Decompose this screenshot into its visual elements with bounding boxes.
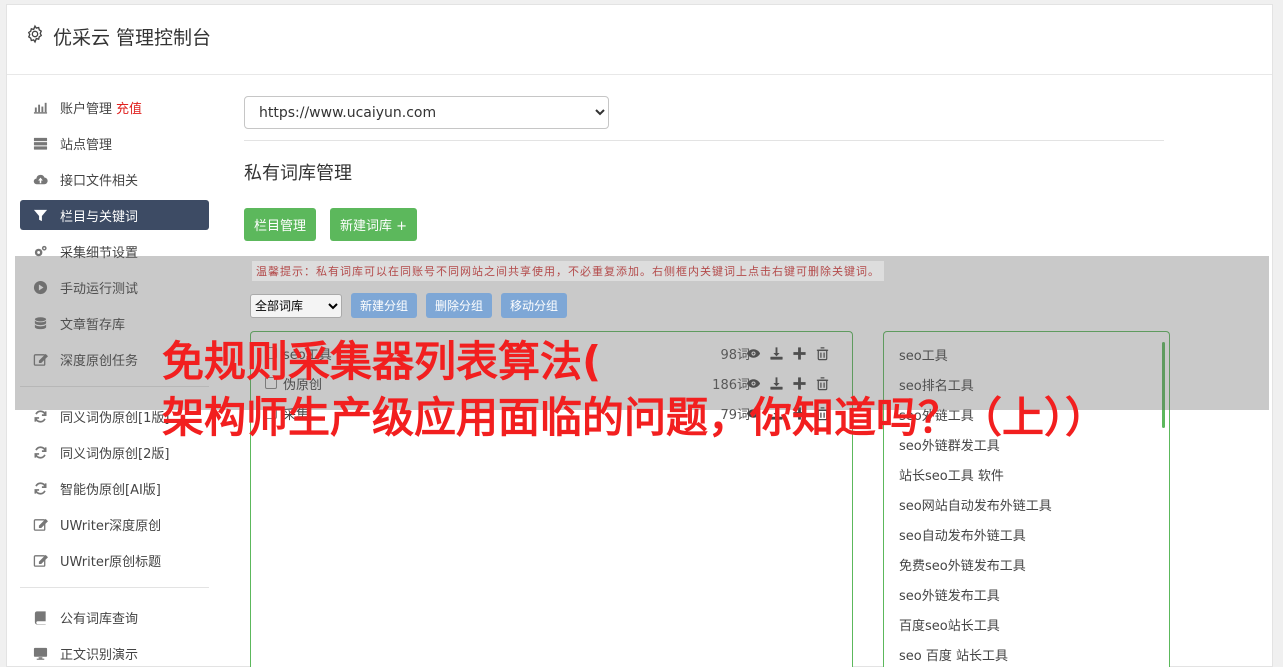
tip-text: 温馨提示：私有词库可以在同账号不同网站之间共享使用，不必重复添加。右侧框内关键词… <box>252 261 884 281</box>
sidebar-item-label: UWriter原创标题 <box>60 554 162 570</box>
new-lexicon-button[interactable]: 新建词库 + <box>330 208 418 241</box>
sidebar-item-interface[interactable]: 接口文件相关 <box>20 164 209 194</box>
sidebar-item-label: 站点管理 <box>60 137 113 153</box>
site-select[interactable]: https://www.ucaiyun.com <box>244 96 609 129</box>
main-content: https://www.ucaiyun.com 私有词库管理 栏目管理 新建词库… <box>244 96 1164 241</box>
refresh-icon <box>31 444 49 460</box>
monitor-icon <box>31 645 49 661</box>
cloud-upload-icon <box>31 171 49 187</box>
keyword-item[interactable]: seo网站自动发布外链工具 <box>899 496 1052 526</box>
edit-icon <box>31 516 49 532</box>
sidebar-item-label: 同义词伪原创[2版] <box>60 446 170 462</box>
divider <box>244 140 1164 141</box>
keyword-item[interactable]: 免费seo外链发布工具 <box>899 556 1052 586</box>
delete-group-button[interactable]: 删除分组 <box>426 293 493 318</box>
watermark-headline: 免规则采集器列表算法( 架构师生产级应用面临的问题，你知道吗？（上）） <box>162 334 1107 446</box>
watermark-line: 架构师生产级应用面临的问题，你知道吗？（上）） <box>162 393 1108 442</box>
sidebar-item-label: 账户管理 <box>60 101 113 117</box>
header-bar: 优采云 管理控制台 <box>7 5 1272 75</box>
sidebar-item-uwriter-title[interactable]: UWriter原创标题 <box>20 545 209 575</box>
new-group-button[interactable]: 新建分组 <box>351 293 418 318</box>
keyword-item[interactable]: seo自动发布外链工具 <box>899 526 1052 556</box>
sidebar-item-sites[interactable]: 站点管理 <box>20 128 209 158</box>
refresh-icon <box>31 480 49 496</box>
filter-icon <box>31 207 49 223</box>
category-manage-button[interactable]: 栏目管理 <box>244 208 317 241</box>
action-buttons: 栏目管理 新建词库 + <box>244 208 1164 241</box>
recharge-link[interactable]: 充值 <box>116 98 142 117</box>
sidebar-divider <box>20 587 209 588</box>
sidebar-item-ai-original[interactable]: 智能伪原创[AI版] <box>20 473 209 503</box>
edit-icon <box>31 552 49 568</box>
sidebar-item-label: 栏目与关键词 <box>60 209 139 225</box>
keyword-item[interactable]: 百度seo站长工具 <box>899 616 1052 646</box>
sidebar-item-text-recognition[interactable]: 正文识别演示 <box>20 638 209 667</box>
brand: 优采云 管理控制台 <box>25 23 211 50</box>
sidebar-item-account[interactable]: 账户管理 充值 <box>20 92 209 122</box>
keyword-item[interactable]: 站长seo工具 软件 <box>899 466 1052 496</box>
keyword-item[interactable]: seo 百度 站长工具 <box>899 646 1052 667</box>
sidebar-item-label: UWriter深度原创 <box>60 518 162 534</box>
group-toolbar: 全部词库 新建分组 删除分组 移动分组 <box>250 293 568 318</box>
lexicon-filter-select[interactable]: 全部词库 <box>250 293 342 318</box>
move-group-button[interactable]: 移动分组 <box>501 293 568 318</box>
book-icon <box>31 609 49 625</box>
sidebar-item-public-lexicon[interactable]: 公有词库查询 <box>20 602 209 632</box>
gear-icon <box>25 24 45 49</box>
sidebar-item-label: 正文识别演示 <box>60 647 139 663</box>
sidebar-item-label: 公有词库查询 <box>60 611 139 627</box>
sidebar-item-label: 智能伪原创[AI版] <box>60 482 161 498</box>
keyword-item[interactable]: seo外链发布工具 <box>899 586 1052 616</box>
sidebar-item-label: 接口文件相关 <box>60 173 139 189</box>
sidebar-item-columns-keywords[interactable]: 栏目与关键词 <box>20 200 209 230</box>
section-title: 私有词库管理 <box>244 163 352 184</box>
server-icon <box>31 135 49 151</box>
sidebar-item-uwriter-deep[interactable]: UWriter深度原创 <box>20 509 209 539</box>
refresh-icon <box>31 408 49 424</box>
bar-chart-icon <box>31 99 49 115</box>
page-title: 优采云 管理控制台 <box>53 27 212 49</box>
watermark-line: 免规则采集器列表算法( <box>162 337 602 386</box>
